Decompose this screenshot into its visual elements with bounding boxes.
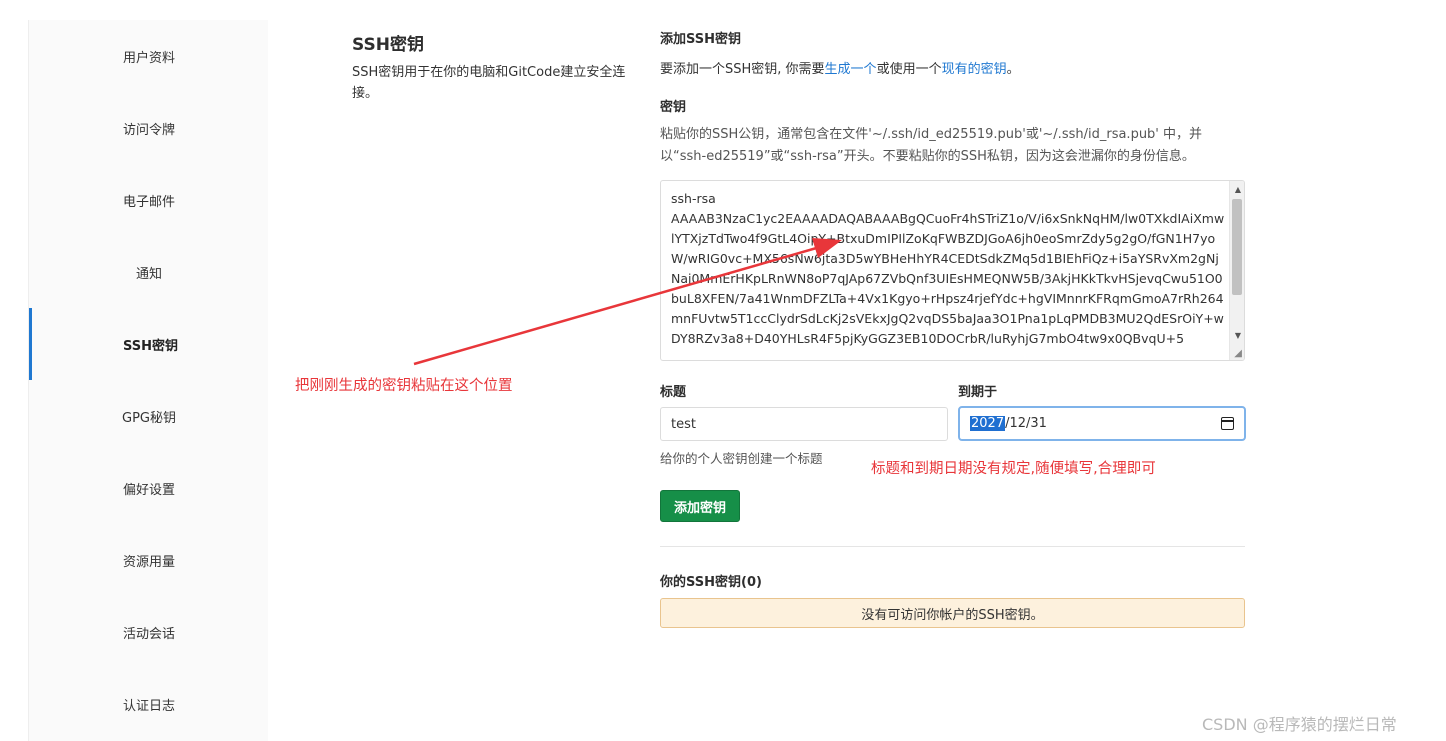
intro-prefix: 要添加一个SSH密钥, 你需要 [660,62,825,77]
sidebar-item-preferences[interactable]: 偏好设置 [29,452,269,524]
expiry-date-rest[interactable]: /12/31 [1005,416,1047,431]
key-label: 密钥 [660,100,687,115]
sidebar-item-notifications[interactable]: 通知 [29,236,269,308]
calendar-icon[interactable] [1221,417,1234,430]
sidebar-item-auth-log[interactable]: 认证日志 [29,668,269,740]
intro-suffix: 。 [1006,62,1020,77]
title-input-value: test [671,416,696,432]
sidebar-item-usage-quotas[interactable]: 资源用量 [29,524,269,596]
add-key-button[interactable]: 添加密钥 [660,490,740,522]
empty-keys-banner: 没有可访问你帐户的SSH密钥。 [660,598,1245,628]
expiry-label: 到期于 [958,385,998,400]
intro-middle: 或使用一个 [876,62,942,77]
expiry-date-input[interactable]: 2027/12/31 [958,406,1246,441]
expiry-year-segment[interactable]: 2027 [970,416,1006,431]
title-hint-annotation: 标题和到期日期没有规定,随便填写,合理即可 [871,461,1156,477]
sidebar-item-profile[interactable]: 用户资料 [29,20,269,92]
generate-key-link[interactable]: 生成一个 [825,62,877,77]
textarea-scrollbar[interactable]: ▲ ▼ [1229,181,1244,360]
empty-keys-message: 没有可访问你帐户的SSH密钥。 [861,607,1044,623]
scroll-up-icon[interactable]: ▲ [1235,185,1241,194]
sidebar-item-ssh-keys[interactable]: SSH密钥 [29,308,269,380]
existing-key-link[interactable]: 现有的密钥 [942,62,1007,77]
your-keys-heading: 你的SSH密钥(0) [660,575,762,590]
section-divider [660,546,1245,547]
resize-grip-icon[interactable]: ◢ [1234,348,1242,359]
title-label: 标题 [660,385,687,400]
sidebar-item-active-sessions[interactable]: 活动会话 [29,596,269,668]
settings-sidebar: 用户资料 访问令牌 电子邮件 通知 SSH密钥 GPG秘钥 偏好设置 资源用量 … [28,20,268,741]
key-textarea-value: ssh-rsa AAAAB3NzaC1yc2EAAAADAQABAAABgQCu… [671,191,1225,346]
page-title: SSH密钥 [352,35,424,55]
sidebar-item-gpg-keys[interactable]: GPG秘钥 [29,380,269,452]
scrollbar-thumb[interactable] [1232,199,1242,295]
key-textarea[interactable]: ssh-rsa AAAAB3NzaC1yc2EAAAADAQABAAABgQCu… [660,180,1245,361]
key-help-text: 粘贴你的SSH公钥，通常包含在文件'~/.ssh/id_ed25519.pub'… [660,127,1203,164]
title-input[interactable]: test [660,407,948,441]
add-key-heading: 添加SSH密钥 [660,32,742,47]
sidebar-item-emails[interactable]: 电子邮件 [29,164,269,236]
section-description: SSH密钥用于在你的电脑和GitCode建立安全连接。 [352,65,626,101]
add-key-intro: 要添加一个SSH密钥, 你需要生成一个或使用一个现有的密钥。 [660,58,1020,77]
scroll-down-icon[interactable]: ▼ [1235,331,1241,340]
sidebar-item-access-tokens[interactable]: 访问令牌 [29,92,269,164]
watermark: CSDN @程序猿的摆烂日常 [1202,715,1397,734]
title-help-text: 给你的个人密钥创建一个标题 [660,451,823,466]
paste-hint-annotation: 把刚刚生成的密钥粘贴在这个位置 [295,378,513,394]
